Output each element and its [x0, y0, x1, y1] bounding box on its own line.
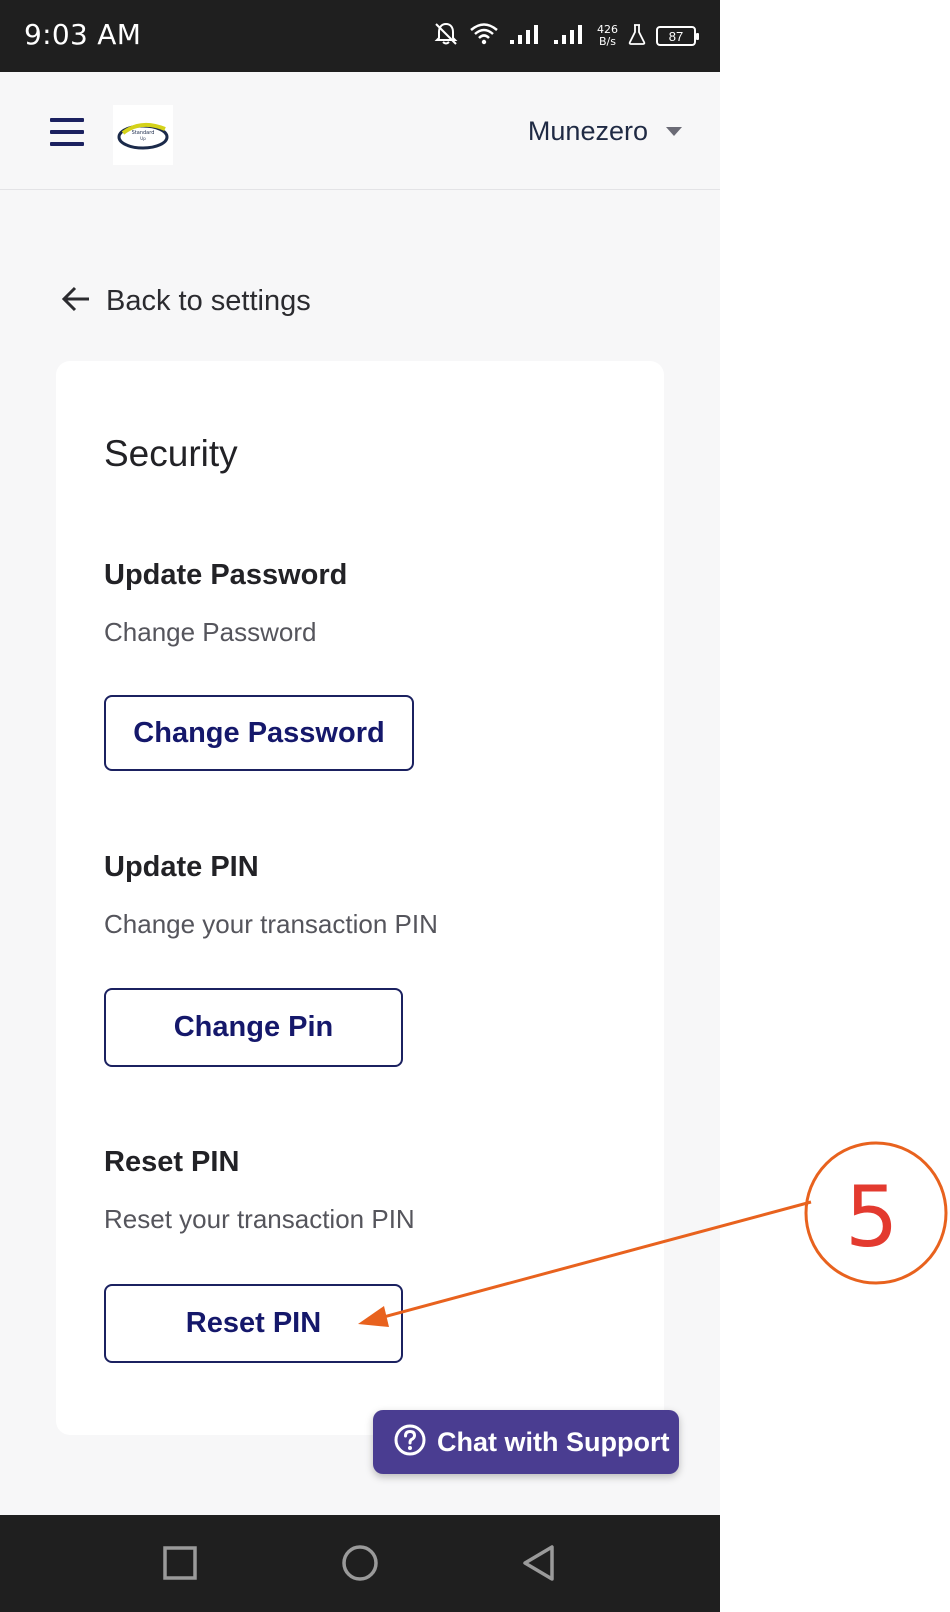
- recent-apps-icon[interactable]: [160, 1543, 200, 1583]
- status-time: 9:03 AM: [24, 18, 142, 51]
- reset-pin-button[interactable]: Reset PIN: [104, 1284, 403, 1363]
- user-menu-dropdown[interactable]: Munezero: [528, 116, 682, 147]
- app-header: Standard Up Munezero: [0, 72, 720, 190]
- battery-icon: 87: [656, 26, 699, 46]
- network-speed-unit: B/s: [599, 35, 616, 48]
- notifications-off-icon: [433, 21, 459, 52]
- logo-text-line2: Up: [140, 136, 146, 141]
- signal-icon: [509, 23, 543, 50]
- update-password-description: Change Password: [104, 617, 317, 647]
- arrow-left-icon: [60, 285, 92, 318]
- signal-icon-2: [553, 23, 587, 50]
- hamburger-menu-icon[interactable]: [50, 118, 84, 146]
- security-card: Security Update Password Change Password…: [56, 361, 664, 1435]
- back-to-settings-link[interactable]: Back to settings: [60, 285, 311, 318]
- card-title: Security: [104, 433, 238, 474]
- system-navigation-bar: [0, 1515, 720, 1612]
- annotation-circle: [804, 1141, 948, 1285]
- company-logo[interactable]: Standard Up: [113, 105, 173, 165]
- flask-icon: [628, 23, 646, 50]
- chat-with-support-button[interactable]: Chat with Support: [373, 1410, 679, 1474]
- caret-down-icon: [666, 127, 682, 136]
- wifi-icon: [469, 22, 499, 51]
- annotation-step-number: 5: [845, 1168, 899, 1266]
- update-pin-title: Update PIN: [104, 851, 259, 883]
- home-icon[interactable]: [340, 1543, 380, 1583]
- phone-screen: 9:03 AM 426 B/s 87 Standard Up Munezero …: [0, 0, 720, 1612]
- chat-with-support-label: Chat with Support: [437, 1426, 670, 1457]
- network-speed: 426 B/s: [597, 24, 618, 48]
- reset-pin-description: Reset your transaction PIN: [104, 1204, 415, 1234]
- change-pin-button[interactable]: Change Pin: [104, 988, 403, 1067]
- back-triangle-icon[interactable]: [520, 1543, 560, 1583]
- user-name: Munezero: [527, 116, 648, 146]
- change-password-button[interactable]: Change Password: [104, 695, 414, 771]
- help-circle-icon: [393, 1423, 427, 1462]
- status-icons: 426 B/s 87: [433, 18, 699, 54]
- reset-pin-title: Reset PIN: [104, 1146, 240, 1178]
- back-to-settings-label: Back to settings: [106, 285, 311, 317]
- update-pin-description: Change your transaction PIN: [104, 909, 438, 939]
- status-bar: 9:03 AM 426 B/s 87: [0, 0, 720, 72]
- battery-level: 87: [668, 28, 684, 44]
- update-password-title: Update Password: [104, 559, 348, 591]
